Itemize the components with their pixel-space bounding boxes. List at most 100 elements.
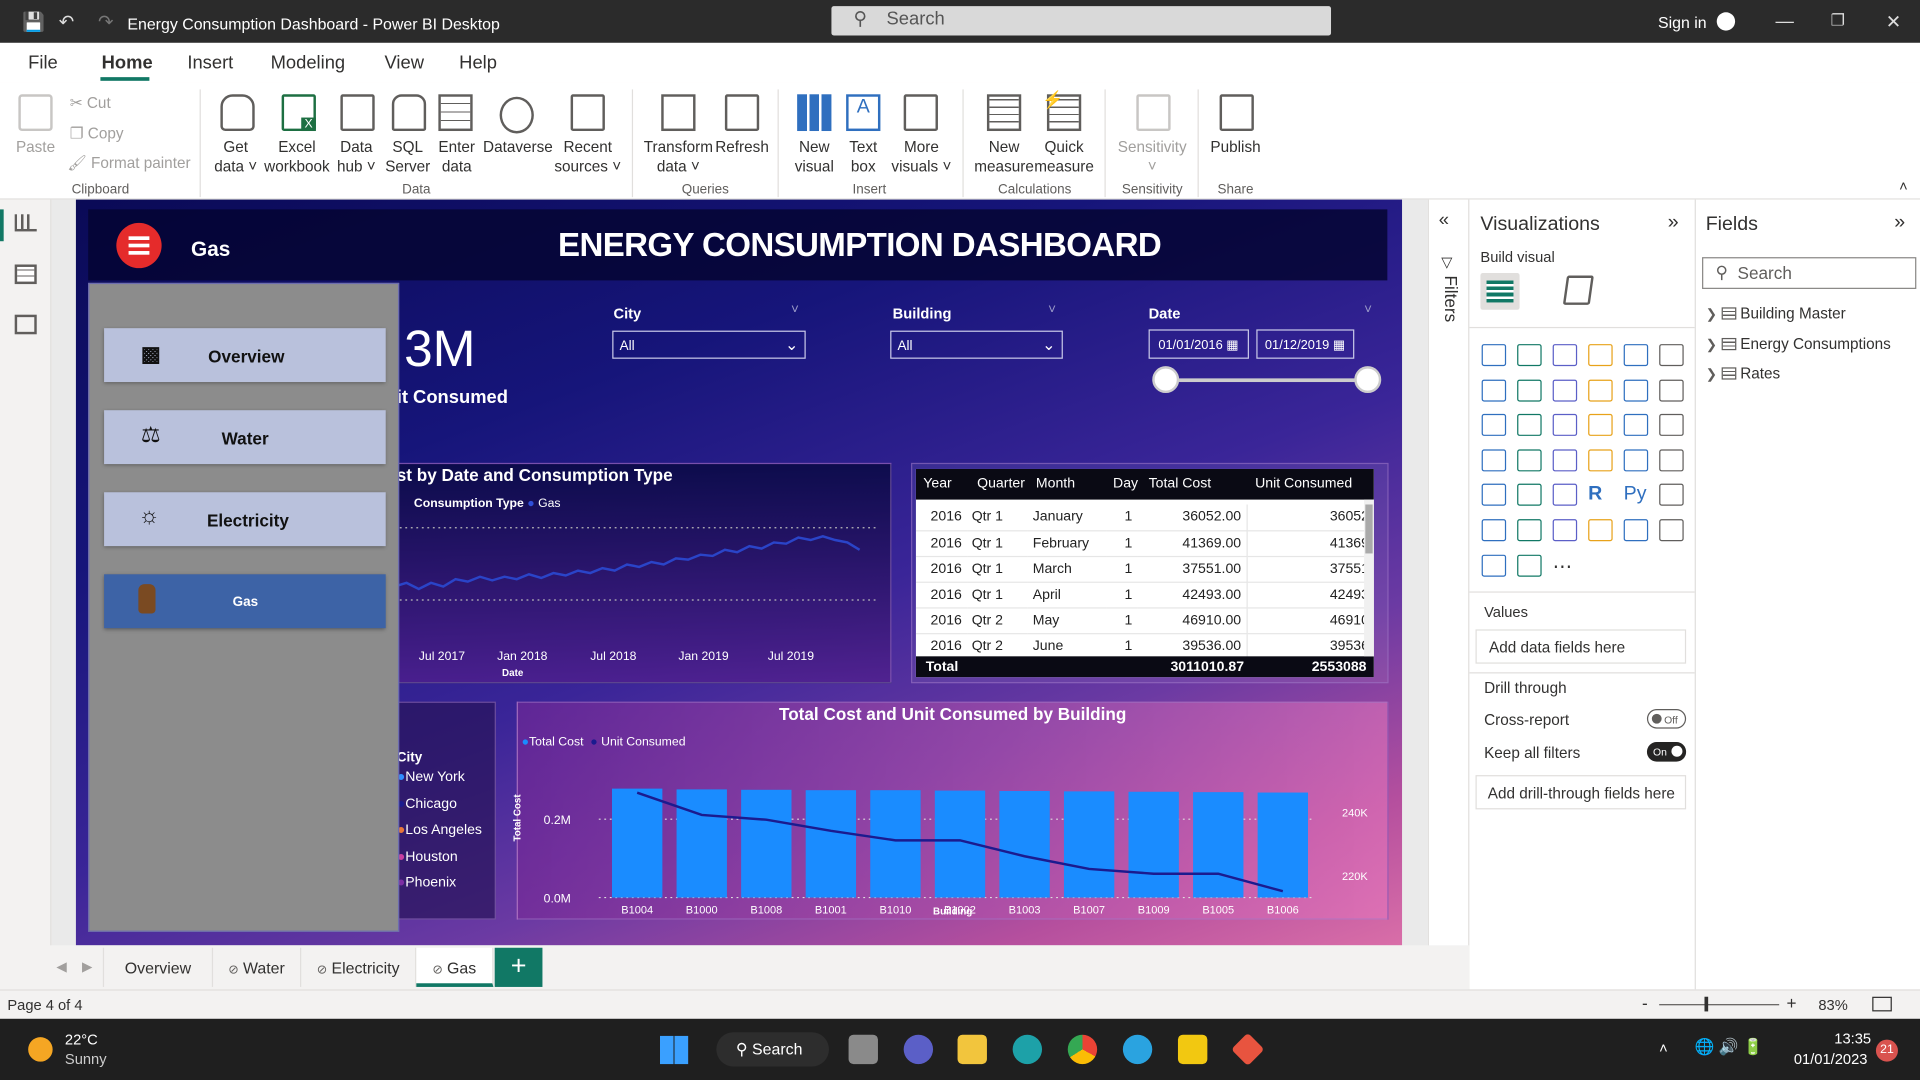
expand-icon[interactable]: » <box>1894 212 1905 234</box>
menu-hamburger-icon[interactable] <box>116 222 162 269</box>
teams-chat-icon[interactable] <box>903 1034 934 1065</box>
tab-electricity[interactable]: ⊘ Electricity <box>301 947 417 987</box>
map-icon[interactable] <box>1481 449 1507 472</box>
building-slicer-dropdown[interactable]: All ⌄ <box>890 330 1063 359</box>
sql-server-button[interactable]: SQL Server <box>382 137 433 176</box>
key-influencers-icon[interactable] <box>1659 484 1684 507</box>
legend-item[interactable]: ●New York <box>397 770 482 796</box>
area-icon[interactable] <box>1517 379 1542 402</box>
tab-water[interactable]: ⊘ Water <box>213 947 302 987</box>
menu-modeling[interactable]: Modeling <box>271 53 346 74</box>
filters-pane[interactable]: « ▽ Filters <box>1427 199 1469 990</box>
minimize-icon[interactable]: — <box>1776 11 1794 32</box>
city-slicer-dropdown[interactable]: All ⌄ <box>612 330 806 359</box>
search-input[interactable]: ⚲ Search <box>831 6 1332 36</box>
new-visual-button[interactable]: New visual <box>790 137 839 176</box>
more-visuals-button[interactable]: More visuals ˅ <box>888 137 955 176</box>
format-visual-icon[interactable] <box>1562 275 1594 305</box>
legend-item[interactable]: ●Chicago <box>397 797 482 823</box>
date-start-input[interactable]: 01/01/2016 ▦ <box>1148 329 1249 359</box>
dataverse-button[interactable]: Dataverse <box>482 137 553 157</box>
date-range-end-handle[interactable] <box>1354 366 1382 394</box>
line-column-icon[interactable] <box>1588 379 1613 402</box>
prev-page-icon[interactable]: ◀ <box>56 959 66 975</box>
stacked-area-icon[interactable] <box>1552 379 1578 402</box>
recent-sources-button[interactable]: Recent sources ˅ <box>553 137 622 176</box>
smart-narrative-icon[interactable] <box>1552 519 1578 542</box>
excel-workbook-button[interactable]: Excel workbook <box>263 137 330 176</box>
pie-icon[interactable] <box>1588 414 1613 437</box>
taskbar-search[interactable]: ⚲ Search <box>716 1032 829 1067</box>
power-automate-icon[interactable] <box>1481 554 1507 577</box>
restore-icon[interactable]: ❐ <box>1831 11 1845 31</box>
avatar[interactable] <box>1716 12 1736 31</box>
100-bar-icon[interactable] <box>1623 344 1649 367</box>
menu-insert[interactable]: Insert <box>187 53 233 74</box>
funnel-icon[interactable] <box>1517 414 1542 437</box>
close-icon[interactable]: ✕ <box>1886 11 1901 33</box>
nav-gas-button[interactable]: Gas <box>104 574 386 629</box>
line-icon[interactable] <box>1481 379 1507 402</box>
file-explorer-icon[interactable] <box>957 1034 987 1065</box>
add-data-fields-well[interactable]: Add data fields here <box>1475 629 1687 664</box>
get-data-button[interactable]: Get data ˅ <box>208 137 263 176</box>
data-hub-button[interactable]: Data hub ˅ <box>331 137 382 176</box>
fields-search-input[interactable]: ⚲ Search <box>1702 257 1917 289</box>
menu-view[interactable]: View <box>384 53 423 74</box>
sensitivity-button[interactable]: Sensitivity ˅ <box>1114 137 1190 176</box>
legend-item[interactable]: ●Houston <box>397 849 482 875</box>
power-apps-icon[interactable] <box>1659 519 1684 542</box>
field-table-item[interactable]: ❯ Building Master <box>1706 305 1846 322</box>
stacked-bar-icon[interactable] <box>1481 344 1507 367</box>
data-view-icon[interactable] <box>14 264 37 285</box>
tab-gas[interactable]: ⊘ Gas <box>416 947 494 987</box>
model-view-icon[interactable] <box>14 314 37 335</box>
paste-button[interactable]: Paste <box>12 137 59 157</box>
r-script-icon[interactable]: R <box>1588 484 1612 506</box>
paginated-icon[interactable] <box>1623 519 1649 542</box>
qa-icon[interactable] <box>1517 519 1542 542</box>
chevron-up-icon[interactable]: ˄ <box>1659 1040 1668 1057</box>
zoom-in-icon[interactable]: + <box>1787 993 1797 1013</box>
enter-data-button[interactable]: Enter data <box>431 137 482 176</box>
collapse-ribbon-icon[interactable]: ˄ <box>1899 178 1908 195</box>
telegram-icon[interactable] <box>1122 1034 1153 1065</box>
power-bi-icon[interactable] <box>1177 1034 1208 1065</box>
data-table[interactable]: Year Quarter Month Day Total Cost Unit C… <box>915 468 1374 678</box>
field-table-item[interactable]: ❯ Rates <box>1706 365 1781 382</box>
copy-button[interactable]: ❐ Copy <box>70 124 124 144</box>
menu-help[interactable]: Help <box>459 53 497 74</box>
refresh-button[interactable]: Refresh <box>714 137 770 157</box>
gauge-icon[interactable] <box>1552 449 1578 472</box>
stacked-column-icon[interactable] <box>1517 344 1542 367</box>
redo-icon[interactable]: ↷ <box>98 11 113 33</box>
collapse-icon[interactable]: « <box>1439 209 1449 230</box>
legend-item[interactable]: ●Phoenix <box>397 876 482 902</box>
chrome-browser-icon[interactable] <box>1067 1034 1098 1065</box>
text-box-button[interactable]: Text box <box>839 137 888 176</box>
task-view-icon[interactable] <box>848 1034 878 1065</box>
add-page-button[interactable]: + <box>494 947 543 987</box>
report-view-icon[interactable] <box>14 214 37 232</box>
donut-icon[interactable] <box>1623 414 1649 437</box>
save-icon[interactable]: 💾 <box>22 11 45 33</box>
publish-button[interactable]: Publish <box>1206 137 1265 157</box>
nav-overview-button[interactable]: ▩ Overview <box>104 328 386 383</box>
scatter-icon[interactable] <box>1552 414 1578 437</box>
zoom-slider[interactable] <box>1659 1004 1780 1006</box>
kpi-icon[interactable] <box>1659 449 1684 472</box>
waterfall-icon[interactable] <box>1481 414 1507 437</box>
clustered-column-icon[interactable] <box>1588 344 1613 367</box>
building-slicer-chevron-icon[interactable]: ˅ <box>1048 302 1056 317</box>
date-slicer-chevron-icon[interactable]: ˅ <box>1364 302 1372 317</box>
zoom-out-icon[interactable]: - <box>1642 993 1648 1013</box>
date-range-start-handle[interactable] <box>1152 366 1180 394</box>
tab-overview[interactable]: Overview <box>102 947 214 987</box>
decomp-tree-icon[interactable] <box>1481 519 1507 542</box>
format-painter-button[interactable]: 🖌 Format painter <box>67 153 190 173</box>
get-more-icon[interactable] <box>1517 554 1542 577</box>
system-tray-icons[interactable]: 🌐 🔊 🔋 <box>1695 1037 1763 1057</box>
menu-home[interactable]: Home <box>102 53 153 74</box>
keep-filters-toggle[interactable]: On <box>1646 742 1687 762</box>
line-clustered-icon[interactable] <box>1623 379 1649 402</box>
